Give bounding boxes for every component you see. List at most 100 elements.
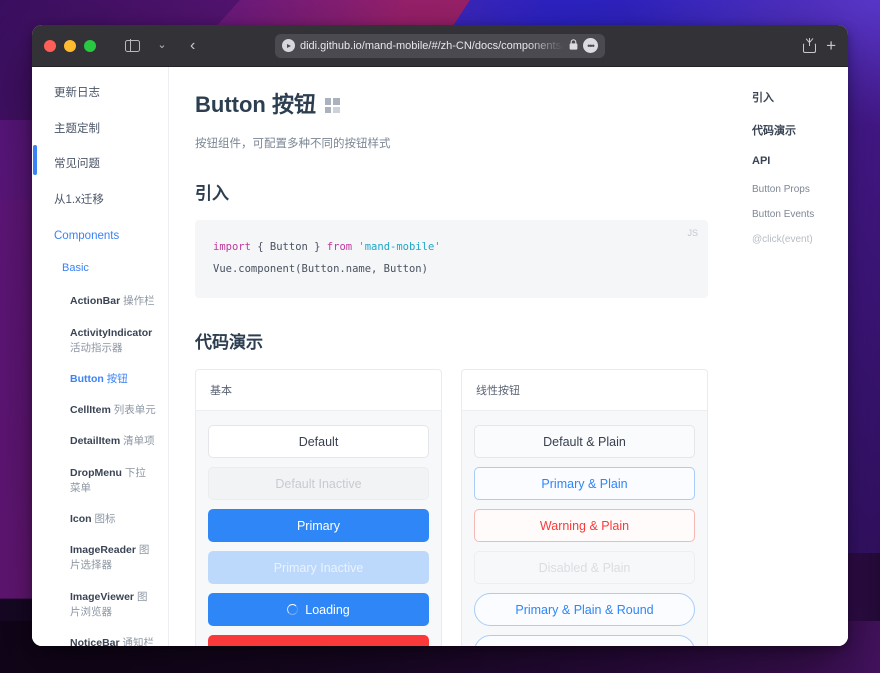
demo-panels: 基本 Default Default Inactive Primary Prim…	[195, 369, 708, 646]
component-name: Button	[70, 373, 104, 385]
close-window-button[interactable]	[44, 40, 56, 52]
table-of-contents: 引入 代码演示 API Button Props Button Events @…	[738, 67, 848, 646]
lock-glyph	[569, 39, 578, 50]
demo-title: 基本	[196, 370, 441, 411]
button-label: Primary & Plain & Round	[515, 603, 653, 617]
back-icon[interactable]: ‹	[190, 38, 195, 54]
button-loading[interactable]: Loading	[208, 593, 429, 626]
code-block-import[interactable]: JS import { Button } from 'mand-mobile' …	[195, 220, 708, 298]
button-label: Warning & Plain	[540, 519, 629, 533]
sidebar-item-noticebar[interactable]: NoticeBar 通知栏	[32, 636, 168, 646]
page-content: 更新日志 主题定制 常见问题 从1.x迁移 Components Basic A…	[32, 67, 848, 646]
sidebar-item-dropmenu[interactable]: DropMenu 下拉菜单	[32, 466, 168, 496]
code-line-2: Vue.component(Button.name, Button)	[213, 258, 690, 280]
sidebar-item-theme[interactable]: 主题定制	[32, 121, 168, 138]
browser-toolbar: ⌄ ‹ didi.github.io/mand-mobile/#/zh-CN/d…	[32, 25, 848, 67]
sidebar-item-detailitem[interactable]: DetailItem 清单项	[32, 434, 168, 449]
component-name: DropMenu	[70, 467, 122, 479]
button-primary-plain-loading[interactable]: Primary & Plain & Loading	[474, 635, 695, 646]
button-disabled-plain[interactable]: Disabled & Plain	[474, 551, 695, 584]
component-name: CellItem	[70, 404, 111, 416]
button-default[interactable]: Default	[208, 425, 429, 458]
toc-item-button-props[interactable]: Button Props	[752, 184, 848, 195]
component-name: Icon	[70, 513, 92, 525]
button-label: Default	[299, 435, 339, 449]
sidebar-item-icon[interactable]: Icon 图标	[32, 512, 168, 527]
lock-icon	[569, 39, 578, 53]
sidebar-item-faq[interactable]: 常见问题	[32, 156, 168, 173]
component-name-cn: 操作栏	[123, 295, 155, 307]
component-name-cn: 通知栏	[123, 637, 155, 646]
toc-item-import[interactable]: 引入	[752, 89, 848, 105]
section-heading-demo: 代码演示	[195, 328, 708, 353]
code-binding: { Button }	[251, 241, 327, 253]
button-label: Primary & Plain	[541, 477, 627, 491]
section-heading-import: 引入	[195, 179, 708, 204]
minimize-window-button[interactable]	[64, 40, 76, 52]
button-label: Disabled & Plain	[539, 561, 631, 575]
component-name: NoticeBar	[70, 637, 120, 646]
component-name-cn: 图标	[95, 513, 116, 525]
button-warning-plain[interactable]: Warning & Plain	[474, 509, 695, 542]
button-default-inactive[interactable]: Default Inactive	[208, 467, 429, 500]
sidebar-item-actionbar[interactable]: ActionBar 操作栏	[32, 294, 168, 309]
button-label: Default Inactive	[275, 477, 361, 491]
button-primary-plain[interactable]: Primary & Plain	[474, 467, 695, 500]
url-text: didi.github.io/mand-mobile/#/zh-CN/docs/…	[300, 40, 564, 52]
demo-title: 线性按钮	[462, 370, 707, 411]
page-title-text: Button 按钮	[195, 87, 316, 119]
sidebar-item-components[interactable]: Components	[32, 228, 168, 245]
sidebar-item-cellitem[interactable]: CellItem 列表单元	[32, 403, 168, 418]
code-string-module: 'mand-mobile'	[352, 241, 441, 253]
button-default-plain[interactable]: Default & Plain	[474, 425, 695, 458]
sidebar-dropdown-button[interactable]: ⌄	[148, 33, 176, 59]
qr-code-icon[interactable]	[325, 98, 340, 113]
demo-body: Default & Plain Primary & Plain Warning …	[462, 411, 707, 646]
demo-panel-basic: 基本 Default Default Inactive Primary Prim…	[195, 369, 442, 646]
button-label: Warning	[295, 645, 341, 646]
sidebar-item-basic[interactable]: Basic	[32, 261, 168, 277]
page-scrollbar[interactable]	[33, 145, 37, 175]
sidebar-item-changelog[interactable]: 更新日志	[32, 85, 168, 102]
demo-body: Default Default Inactive Primary Primary…	[196, 411, 441, 646]
button-warning[interactable]: Warning	[208, 635, 429, 646]
code-language-label: JS	[687, 224, 698, 243]
page-title: Button 按钮	[195, 87, 708, 119]
zoom-window-button[interactable]	[84, 40, 96, 52]
toolbar-right-group: +	[803, 37, 836, 54]
component-name-cn: 列表单元	[114, 404, 156, 416]
component-name-cn: 活动指示器	[70, 342, 123, 354]
component-name: ImageViewer	[70, 591, 134, 603]
button-primary-plain-round[interactable]: Primary & Plain & Round	[474, 593, 695, 626]
toc-item-button-events[interactable]: Button Events	[752, 209, 848, 220]
button-label: Primary Inactive	[274, 561, 364, 575]
component-name: ImageReader	[70, 544, 136, 556]
button-primary-inactive[interactable]: Primary Inactive	[208, 551, 429, 584]
sidebar-item-button[interactable]: Button 按钮	[32, 372, 168, 387]
demo-panel-plain: 线性按钮 Default & Plain Primary & Plain War…	[461, 369, 708, 646]
toc-item-click-event[interactable]: @click(event)	[752, 234, 848, 245]
code-keyword-from: from	[327, 241, 352, 253]
toolbar-left-group: ⌄ ‹	[118, 33, 195, 59]
sidebar-item-activityindicator[interactable]: ActivityIndicator 活动指示器	[32, 326, 168, 356]
code-line-1: import { Button } from 'mand-mobile'	[213, 236, 690, 258]
address-bar[interactable]: didi.github.io/mand-mobile/#/zh-CN/docs/…	[275, 34, 605, 58]
docs-sidebar: 更新日志 主题定制 常见问题 从1.x迁移 Components Basic A…	[32, 67, 169, 646]
component-name: ActivityIndicator	[70, 327, 152, 339]
browser-window: ⌄ ‹ didi.github.io/mand-mobile/#/zh-CN/d…	[32, 25, 848, 646]
new-tab-icon[interactable]: +	[826, 37, 836, 54]
page-subtitle: 按钮组件，可配置多种不同的按钮样式	[195, 135, 708, 151]
chevron-down-icon: ⌄	[157, 40, 166, 51]
button-label: Primary & Plain & Loading	[521, 645, 667, 646]
reader-icon	[282, 39, 295, 52]
sidebar-toggle-button[interactable]	[118, 33, 146, 59]
extension-icon[interactable]: •••	[583, 38, 598, 53]
sidebar-item-migration[interactable]: 从1.x迁移	[32, 192, 168, 209]
sidebar-icon	[125, 40, 140, 52]
sidebar-item-imageviewer[interactable]: ImageViewer 图片浏览器	[32, 590, 168, 620]
button-primary[interactable]: Primary	[208, 509, 429, 542]
toc-item-demo[interactable]: 代码演示	[752, 122, 848, 138]
sidebar-item-imagereader[interactable]: ImageReader 图片选择器	[32, 543, 168, 573]
toc-item-api[interactable]: API	[752, 155, 848, 167]
share-icon[interactable]	[803, 38, 816, 53]
